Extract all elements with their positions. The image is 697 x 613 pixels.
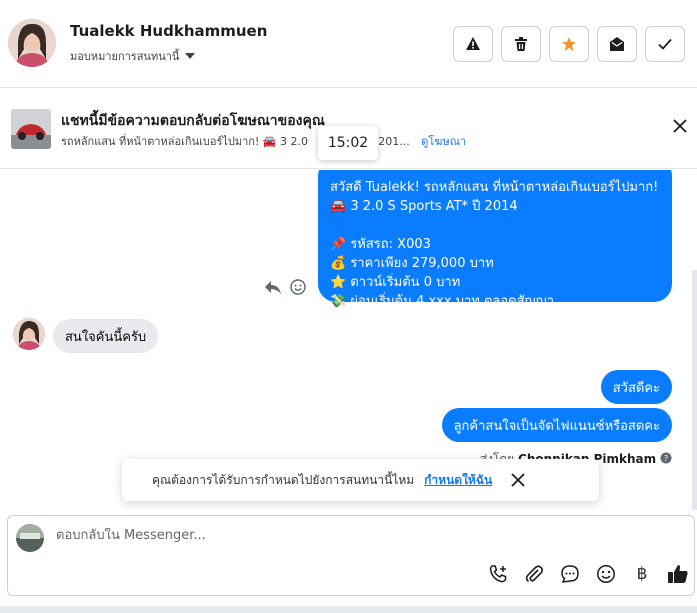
mark-unread-button[interactable] (597, 26, 637, 62)
phone-plus-icon (489, 565, 507, 583)
message-line-blank (330, 216, 660, 235)
svg-text:?: ? (664, 454, 668, 463)
page-avatar (16, 524, 44, 552)
composer-tools: ฿ (486, 562, 690, 586)
assign-prompt-toast: คุณต้องการได้รับการกำหนดไปยังการสนทนานี้… (122, 459, 599, 501)
reply-composer: ฿ (7, 515, 695, 596)
emoji-button[interactable] (594, 562, 618, 586)
outgoing-message[interactable]: สวัสดีคะ (600, 370, 672, 404)
window-bottom-edge (0, 606, 697, 613)
message-line: 📌 รหัสรถ: X003 (330, 237, 431, 252)
envelope-open-icon (610, 37, 624, 51)
toast-close-button[interactable] (510, 472, 526, 488)
message-actions (264, 279, 306, 295)
conversation-header: Tualekk Hudkhammuen มอบหมายการสนทนานี้ (0, 0, 697, 88)
timestamp-tooltip: 15:02 (318, 126, 378, 160)
outgoing-message[interactable]: ลูกค้าสนใจเป็นจัดไฟแนนซ์หรือสดคะ (441, 408, 672, 442)
like-button[interactable] (666, 562, 690, 586)
emoji-reaction-icon[interactable] (290, 279, 306, 295)
chat-bubble-icon (561, 565, 579, 583)
ad-subtitle-text: รถหลักแสน ที่หน้าตาหล่อเกินเบอร์ไปมาก! 🚘… (61, 135, 309, 148)
help-icon[interactable]: ? (660, 452, 672, 464)
call-button[interactable] (486, 562, 510, 586)
contact-avatar[interactable] (8, 19, 56, 67)
header-actions (453, 26, 685, 62)
ad-banner-subtitle: รถหลักแสน ที่หน้าตาหล่อเกินเบอร์ไปมาก! 🚘… (61, 132, 466, 150)
close-banner-button[interactable] (671, 117, 689, 135)
ad-thumbnail[interactable] (11, 109, 51, 149)
mark-done-button[interactable] (645, 26, 685, 62)
baht-icon: ฿ (636, 564, 648, 584)
close-icon (511, 473, 525, 487)
star-button[interactable] (549, 26, 589, 62)
emoji-icon (597, 565, 615, 583)
assign-label: มอบหมายการสนทนานี้ (70, 50, 180, 63)
checkmark-icon (658, 38, 672, 50)
thumbs-up-icon (668, 565, 688, 583)
reply-input[interactable] (56, 528, 636, 543)
report-button[interactable] (453, 26, 493, 62)
ad-reply-message[interactable]: สวัสดี Tualekk! รถหลักแสน ที่หน้าตาหล่อเ… (318, 170, 672, 309)
chevron-down-icon (185, 53, 196, 59)
assign-dropdown[interactable]: มอบหมายการสนทนานี้ (70, 47, 196, 65)
payment-button[interactable]: ฿ (630, 562, 654, 586)
ad-banner-title: แชทนี้มีข้อความตอบกลับต่อโฆษณาของคุณ (61, 113, 325, 129)
scrollbar[interactable] (692, 270, 697, 510)
paperclip-icon (525, 565, 544, 583)
view-ad-link[interactable]: ดูโฆษณา (421, 135, 466, 148)
saved-replies-button[interactable] (558, 562, 582, 586)
contact-avatar-small (13, 318, 45, 350)
delete-button[interactable] (501, 26, 541, 62)
attach-button[interactable] (522, 562, 546, 586)
reply-icon[interactable] (264, 279, 282, 295)
star-icon (562, 37, 576, 51)
warning-icon (466, 37, 480, 50)
incoming-message[interactable]: สนใจคันนี้ครับ (53, 319, 159, 353)
toast-message: คุณต้องการได้รับการกำหนดไปยังการสนทนานี้… (152, 472, 415, 487)
message-line: 💰 ราคาเพียง 279,000 บาท (330, 256, 494, 271)
close-icon (673, 119, 687, 133)
trash-icon (515, 37, 527, 51)
message-line: 🚘 3 2.0 S Sports AT* ปี 2014 (330, 199, 518, 214)
message-line: 💸 ผ่อนเริ่มต้น 4,xxx บาท ตลอดสัญญา (330, 294, 555, 309)
assign-to-me-link[interactable]: กำหนดให้ฉัน (424, 471, 492, 490)
contact-name[interactable]: Tualekk Hudkhammuen (70, 22, 267, 40)
message-line: ⭐ ดาวน์เริ่มต้น 0 บาท (330, 275, 461, 290)
message-line: สวัสดี Tualekk! รถหลักแสน ที่หน้าตาหล่อเ… (330, 180, 659, 195)
